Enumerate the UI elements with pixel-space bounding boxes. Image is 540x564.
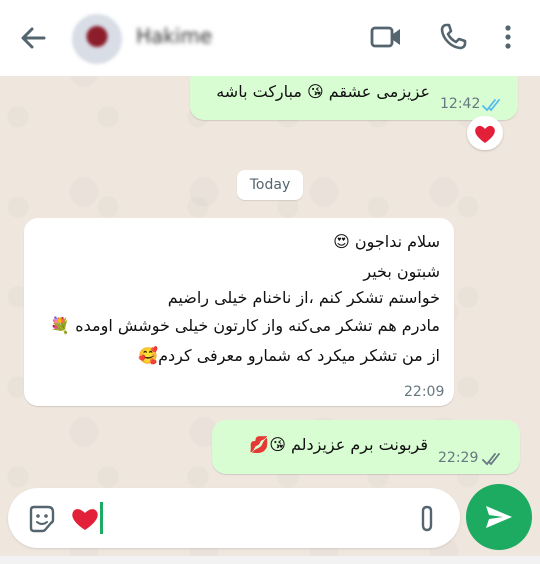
message-time: 22:29 <box>438 450 479 466</box>
message-line: مادرم هم تشکر می‌کنه واز کارتون خیلی خوش… <box>50 316 440 335</box>
delivered-receipt-icon <box>482 453 500 466</box>
message-line: از من تشکر میکرد که شمارو معرفی کردم🥰 <box>138 346 440 365</box>
video-call-icon[interactable] <box>370 22 400 52</box>
heart-icon <box>475 125 495 143</box>
message-input[interactable]: ❤️ <box>68 498 398 538</box>
message-bubble-outgoing[interactable]: قربونت برم عزیزدلم 😘💋 22:29 <box>212 420 520 474</box>
message-time: 22:09 <box>404 384 445 400</box>
back-arrow-icon[interactable] <box>18 24 48 52</box>
send-icon <box>486 506 512 528</box>
message-text: عزیزمی عشقم 😘 مبارکت باشه <box>216 82 430 101</box>
more-options-icon[interactable] <box>496 22 520 52</box>
message-composer: ❤️ <box>8 488 460 548</box>
message-bubble-incoming[interactable]: سلام نداجون 😍 شبتون بخیر خواستم تشکر کنم… <box>24 218 454 406</box>
text-cursor <box>100 502 103 534</box>
read-receipt-icon <box>482 99 500 112</box>
send-button[interactable] <box>466 484 532 550</box>
nav-strip <box>0 556 540 564</box>
message-time: 12:42 <box>440 96 481 112</box>
phone-icon[interactable] <box>438 22 468 52</box>
date-separator: Today <box>237 170 303 200</box>
heart-icon <box>72 509 98 530</box>
contact-avatar[interactable] <box>72 14 122 64</box>
message-line: خواستم تشکر کنم ،از ناخنام خیلی راضیم <box>167 288 440 307</box>
message-line: شبتون بخیر <box>363 262 440 281</box>
reaction-badge[interactable] <box>467 116 503 150</box>
attach-icon[interactable] <box>416 505 440 533</box>
message-text: قربونت برم عزیزدلم 😘💋 <box>249 435 428 454</box>
chat-header: Hakime <box>0 0 540 76</box>
sticker-icon[interactable] <box>26 504 56 534</box>
message-line: سلام نداجون 😍 <box>333 232 440 251</box>
contact-name[interactable]: Hakime <box>136 24 212 48</box>
